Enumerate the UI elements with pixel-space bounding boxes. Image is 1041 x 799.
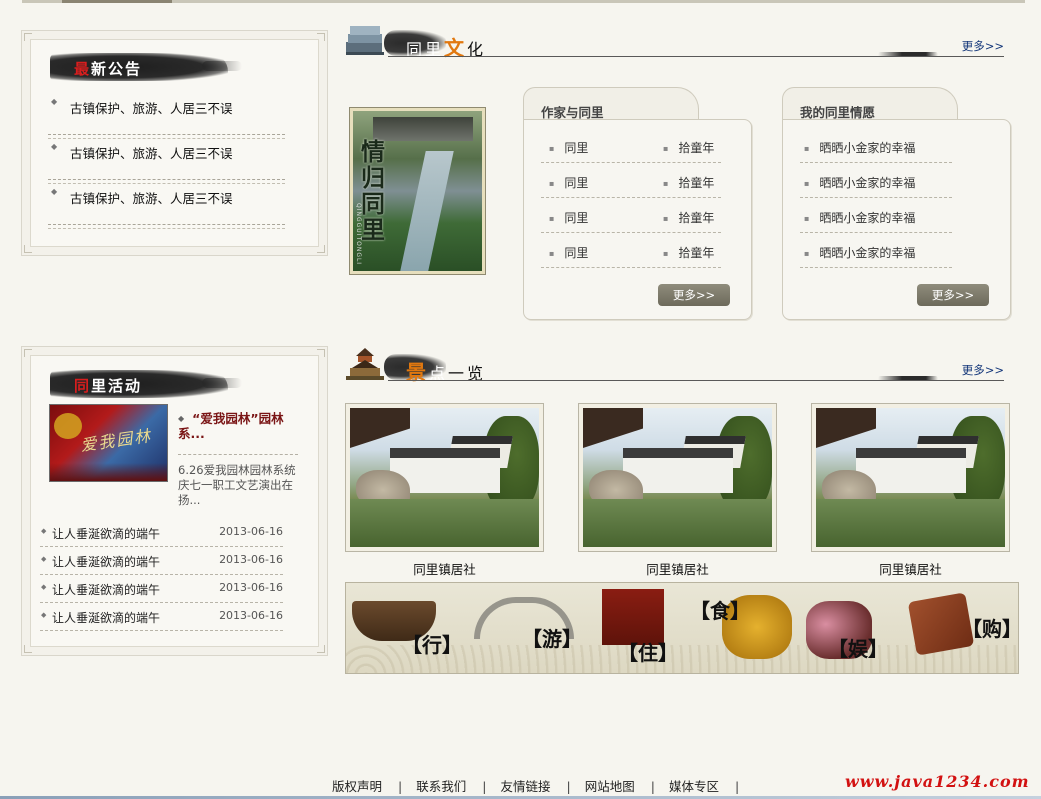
notice-panel: 最新公告 古镇保护、旅游、人居三不误 古镇保护、旅游、人居三不误 古镇保护、旅游… bbox=[21, 30, 328, 256]
scenic-more-link[interactable]: 更多>> bbox=[962, 362, 1004, 378]
list-item[interactable]: 让人垂涎欲滴的端午2013-06-16 bbox=[40, 603, 283, 631]
list-item: 晒晒小金家的幸福 bbox=[800, 199, 952, 233]
footer-links: 版权声明 | 联系我们 | 友情链接 | 网站地图 | 媒体专区 | bbox=[332, 779, 740, 794]
book-title: 情归同里 bbox=[361, 137, 385, 244]
activity-headline[interactable]: “爱我园林”园林系... bbox=[178, 411, 298, 441]
table-row: 同里 拾童年 bbox=[541, 164, 721, 198]
category-travel[interactable]: 【行】 bbox=[402, 629, 462, 658]
category-entertainment[interactable]: 【娱】 bbox=[828, 633, 888, 662]
category-stay[interactable]: 【住】 bbox=[618, 637, 678, 666]
activity-thumbnail[interactable]: 爱我园林 bbox=[49, 404, 168, 482]
notice-title-rest: 新公告 bbox=[91, 60, 143, 78]
scenic-caption[interactable]: 同里镇居社 bbox=[811, 559, 1010, 578]
footer-link-copyright[interactable]: 版权声明 bbox=[332, 779, 382, 794]
travel-categories-banner: 【行】 【游】 【住】 【食】 【娱】 【购】 bbox=[345, 582, 1019, 674]
list-item[interactable]: 古镇保护、旅游、人居三不误 bbox=[48, 135, 285, 184]
card-title: 我的同里情愿 bbox=[800, 105, 876, 120]
footer-link-contact[interactable]: 联系我们 bbox=[416, 779, 466, 794]
scenic-photo[interactable] bbox=[811, 403, 1010, 552]
writers-more-button[interactable]: 更多>> bbox=[658, 284, 730, 306]
writers-card: 作家与同里 同里 拾童年 同里 拾童年 同里 拾童年 同里 拾童年 更多>> bbox=[523, 87, 752, 320]
notice-title: 最新公告 bbox=[50, 53, 242, 81]
table-row: 同里 拾童年 bbox=[541, 129, 721, 163]
card-title: 作家与同里 bbox=[541, 105, 604, 120]
book-cover-image[interactable]: 情归同里 QINGGUITONGLI bbox=[349, 107, 486, 275]
party-emblem-icon bbox=[54, 413, 82, 439]
watermark: www.java1234.com bbox=[845, 772, 1030, 791]
scenic-photo[interactable] bbox=[578, 403, 777, 552]
activity-title-first: 同 bbox=[74, 377, 92, 395]
activity-title-rest: 里活动 bbox=[91, 377, 143, 395]
activity-title: 同里活动 bbox=[50, 370, 242, 398]
category-food[interactable]: 【食】 bbox=[690, 595, 750, 624]
list-item[interactable]: 让人垂涎欲滴的端午2013-06-16 bbox=[40, 547, 283, 575]
activity-summary: 6.26爱我园林园林系统庆七一职工文艺演出在扬... bbox=[178, 463, 296, 507]
category-tour[interactable]: 【游】 bbox=[522, 623, 582, 652]
list-item[interactable]: 让人垂涎欲滴的端午2013-06-16 bbox=[40, 575, 283, 603]
table-row: 同里 拾童年 bbox=[541, 199, 721, 233]
activity-panel-inner: 同里活动 爱我园林 “爱我园林”园林系... 6.26爱我园林园林系统庆七一职工… bbox=[30, 355, 319, 647]
list-item: 晒晒小金家的幸福 bbox=[800, 234, 952, 268]
culture-section-header: 同里文化 更多>> bbox=[344, 22, 1004, 62]
list-item[interactable]: 古镇保护、旅游、人居三不误 bbox=[48, 90, 285, 139]
top-divider bbox=[22, 0, 1025, 3]
scenic-photo[interactable] bbox=[345, 403, 544, 552]
table-row: 同里 拾童年 bbox=[541, 234, 721, 268]
footer-link-sitemap[interactable]: 网站地图 bbox=[585, 779, 635, 794]
footer-link-media[interactable]: 媒体专区 bbox=[669, 779, 719, 794]
notice-panel-inner: 最新公告 古镇保护、旅游、人居三不误 古镇保护、旅游、人居三不误 古镇保护、旅游… bbox=[30, 39, 319, 247]
activity-list: 让人垂涎欲滴的端午2013-06-16 让人垂涎欲滴的端午2013-06-16 … bbox=[40, 519, 283, 631]
books-icon bbox=[346, 26, 384, 55]
thumbnail-caption: 爱我园林 bbox=[79, 426, 154, 455]
list-item: 晒晒小金家的幸福 bbox=[800, 164, 952, 198]
activity-panel: 同里活动 爱我园林 “爱我园林”园林系... 6.26爱我园林园林系统庆七一职工… bbox=[21, 346, 328, 656]
scenic-section-header: 景点一览 更多>> bbox=[344, 346, 1004, 386]
scenic-caption[interactable]: 同里镇居社 bbox=[345, 559, 544, 578]
culture-more-link[interactable]: 更多>> bbox=[962, 38, 1004, 54]
list-item[interactable]: 古镇保护、旅游、人居三不误 bbox=[48, 180, 285, 229]
notice-title-first: 最 bbox=[74, 60, 92, 78]
pagoda-icon bbox=[346, 348, 384, 380]
scenic-caption[interactable]: 同里镇居社 bbox=[578, 559, 777, 578]
list-item: 晒晒小金家的幸福 bbox=[800, 129, 952, 163]
notice-list: 古镇保护、旅游、人居三不误 古镇保护、旅游、人居三不误 古镇保护、旅游、人居三不… bbox=[48, 90, 285, 229]
footer: 版权声明 | 联系我们 | 友情链接 | 网站地图 | 媒体专区 | www.java1234.c… bbox=[0, 772, 1041, 799]
wishes-card: 我的同里情愿 晒晒小金家的幸福 晒晒小金家的幸福 晒晒小金家的幸福 晒晒小金家的… bbox=[782, 87, 1011, 320]
footer-link-friends[interactable]: 友情链接 bbox=[500, 779, 550, 794]
category-shopping[interactable]: 【购】 bbox=[962, 613, 1018, 642]
book-pinyin: QINGGUITONGLI bbox=[355, 203, 362, 266]
wishes-more-button[interactable]: 更多>> bbox=[917, 284, 989, 306]
list-item[interactable]: 让人垂涎欲滴的端午2013-06-16 bbox=[40, 519, 283, 547]
